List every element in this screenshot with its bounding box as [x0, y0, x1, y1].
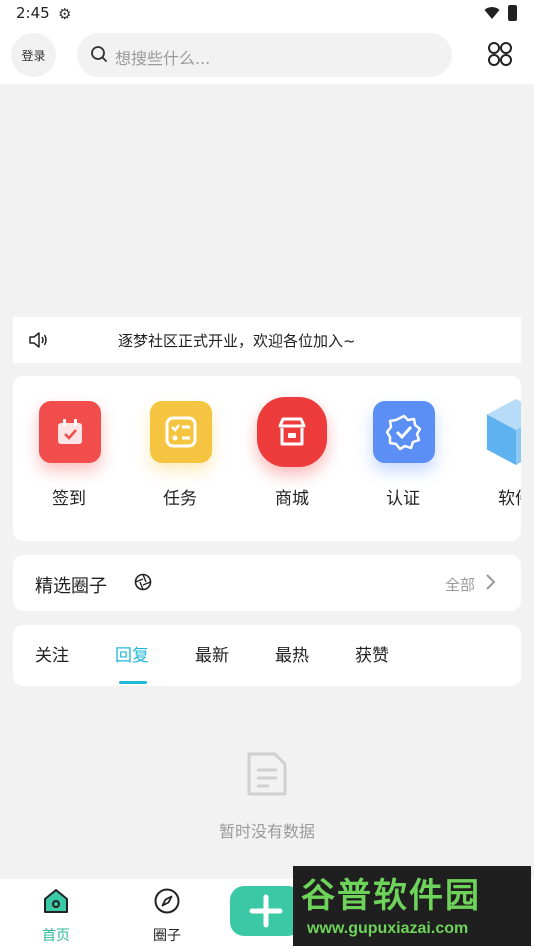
nav-label: 首页 — [42, 928, 70, 944]
plus-icon — [249, 894, 283, 928]
tab-hottest[interactable]: 最热 — [275, 641, 309, 666]
tab-reply[interactable]: 回复 — [115, 641, 149, 666]
tab-liked[interactable]: 获赞 — [355, 641, 389, 666]
search-icon — [91, 46, 107, 62]
aperture-icon — [134, 573, 152, 591]
search-placeholder: 想搜些什么... — [115, 49, 211, 68]
shortcut-checkin[interactable]: 签到 — [21, 396, 117, 516]
shortcut-verify[interactable]: 认证 — [355, 396, 451, 516]
featured-circles-header[interactable]: 精选圈子 全部 — [13, 555, 521, 611]
top-bar: 登录 想搜些什么... — [0, 28, 534, 84]
shortcut-label: 任务 — [163, 489, 197, 509]
shortcut-shop[interactable]: 商城 — [244, 396, 340, 516]
status-time: 2:45 — [16, 4, 50, 22]
home-icon — [44, 889, 68, 913]
notice-bar[interactable]: 逐梦社区正式开业，欢迎各位加入~ — [13, 317, 521, 363]
tab-active-indicator — [119, 681, 147, 684]
banner-carousel[interactable] — [0, 90, 534, 304]
shortcut-label: 认证 — [386, 489, 420, 509]
feed-tabs: 关注 回复 最新 最热 获赞 — [13, 625, 521, 686]
add-post-button[interactable] — [230, 886, 302, 936]
empty-document-icon — [247, 752, 287, 796]
tab-latest[interactable]: 最新 — [195, 641, 229, 666]
featured-title: 精选圈子 — [35, 576, 107, 597]
nav-circle[interactable]: 圈子 — [137, 887, 197, 947]
watermark-url: www.gupuxiazai.com — [307, 920, 469, 937]
empty-state-text: 暂时没有数据 — [218, 822, 315, 841]
status-bar: 2:45 ⚙ — [0, 0, 534, 28]
verified-badge-icon — [373, 401, 435, 463]
shortcut-label: 签到 — [52, 489, 86, 509]
speaker-icon — [29, 332, 47, 348]
notice-text: 逐梦社区正式开业，欢迎各位加入~ — [118, 332, 356, 350]
task-list-icon — [150, 401, 212, 463]
shortcut-label: 软件 — [498, 489, 521, 509]
settings-gear-icon: ⚙ — [58, 5, 72, 23]
shortcut-tasks[interactable]: 任务 — [132, 396, 228, 516]
nav-label: 圈子 — [153, 928, 181, 944]
cube-icon — [485, 399, 521, 465]
compass-icon — [154, 888, 180, 914]
wifi-icon — [484, 7, 500, 20]
shortcut-grid: 签到 任务 商城 认证 软件 — [13, 376, 521, 541]
view-all-link[interactable]: 全部 — [445, 574, 475, 595]
nav-home[interactable]: 首页 — [26, 887, 86, 947]
chevron-right-icon — [486, 574, 496, 590]
login-button[interactable]: 登录 — [11, 33, 56, 77]
watermark: 谷普软件园 www.gupuxiazai.com — [293, 866, 531, 946]
battery-icon — [508, 5, 517, 21]
tab-follow[interactable]: 关注 — [35, 641, 69, 666]
search-input[interactable]: 想搜些什么... — [77, 33, 452, 77]
apps-grid-icon[interactable] — [487, 41, 513, 67]
calendar-icon — [39, 401, 101, 463]
shortcut-label: 商城 — [275, 489, 309, 509]
shop-icon — [257, 397, 327, 467]
shortcut-software[interactable]: 软件 — [467, 396, 521, 516]
watermark-title: 谷普软件园 — [301, 876, 481, 916]
